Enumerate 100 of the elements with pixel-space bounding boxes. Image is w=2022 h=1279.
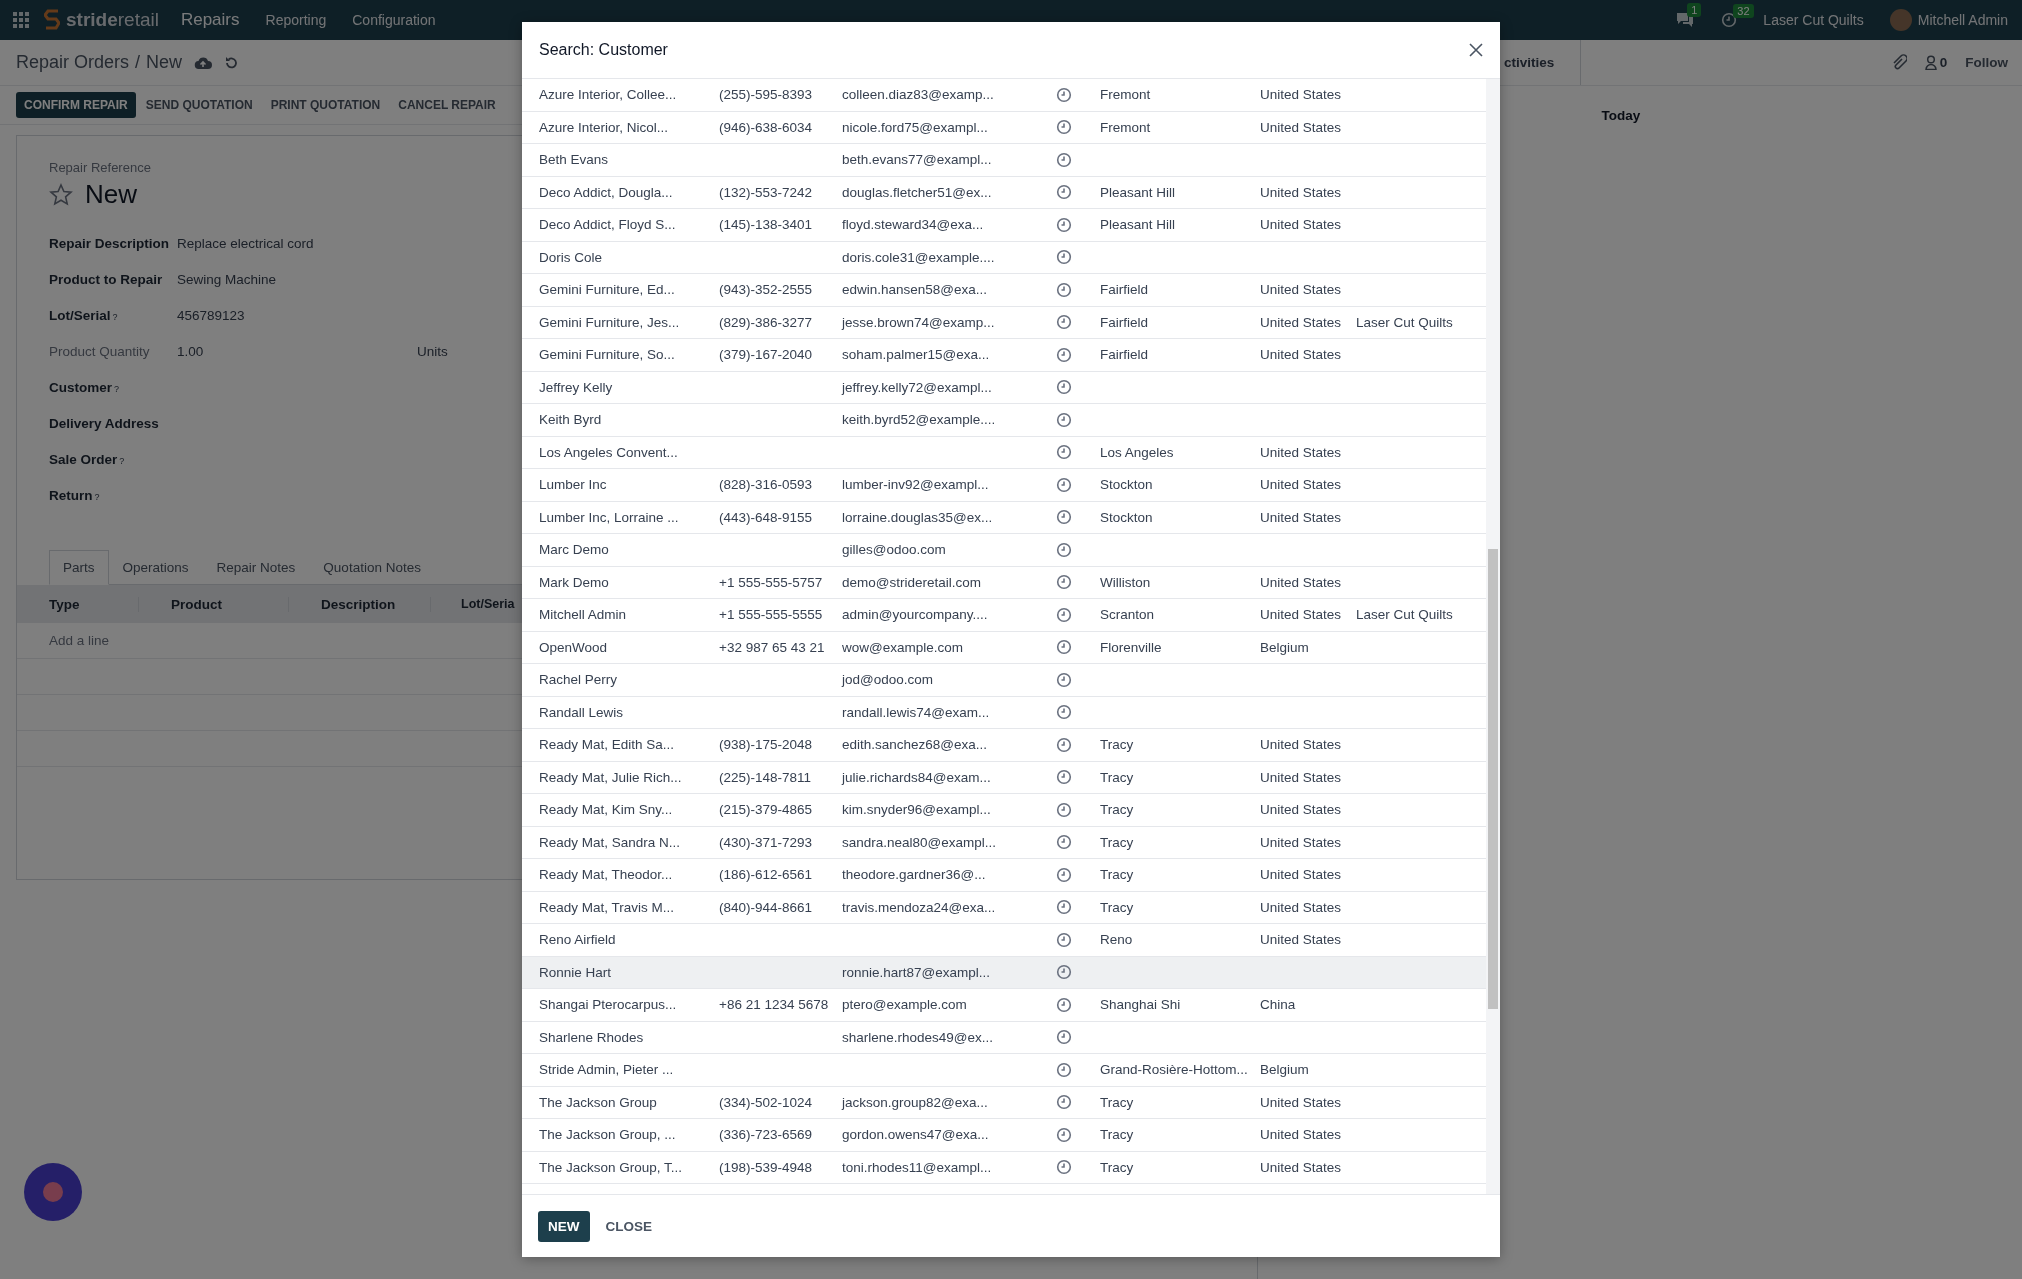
tab[interactable]: Repair Notes <box>202 550 310 585</box>
apps-menu-icon[interactable] <box>12 11 30 29</box>
customer-row[interactable]: OpenWood +32 987 65 43 21 wow@example.com Florenville Belgium <box>522 631 1486 664</box>
clock-icon[interactable] <box>1056 411 1072 428</box>
action-button[interactable]: PRINT QUOTATION <box>262 92 389 118</box>
customer-row[interactable]: Randall Lewis randall.lewis74@exam... <box>522 696 1486 729</box>
help-mark[interactable]: ? <box>119 456 125 466</box>
clock-icon[interactable] <box>1056 574 1072 591</box>
customer-row[interactable]: Beth Evans beth.evans77@exampl... <box>522 144 1486 177</box>
column-header[interactable]: Type <box>17 596 139 612</box>
customer-row[interactable]: Ready Mat, Travis M... (840)-944-8661 travis.mendoza24@exa... Tracy United States <box>522 891 1486 924</box>
customer-row[interactable]: Ready Mat, Sandra N... (430)-371-7293 sandra.neal80@exampl... Tracy United States <box>522 826 1486 859</box>
customer-row[interactable]: Lumber Inc (828)-316-0593 lumber-inv92@exampl... Stockton United States <box>522 469 1486 502</box>
dialog-button[interactable]: NEW <box>538 1210 590 1242</box>
clock-icon[interactable] <box>1056 1126 1072 1143</box>
clock-icon[interactable] <box>1056 249 1072 266</box>
user-name[interactable]: Mitchell Admin <box>1917 12 2008 28</box>
clock-icon[interactable] <box>1056 379 1072 396</box>
customer-row[interactable]: The Jackson Group, T... (198)-539-4948 toni.rhodes11@exampl... Tracy United States <box>522 1151 1486 1184</box>
customer-row[interactable]: Ronnie Hart ronnie.hart87@exampl... <box>522 956 1486 989</box>
star-icon[interactable] <box>49 182 73 207</box>
customer-row[interactable]: Stride Admin, Pieter ... Grand-Rosière-Hottom... Belgium <box>522 1054 1486 1087</box>
tab[interactable]: Operations <box>108 550 203 585</box>
customer-row[interactable]: Keith Byrd keith.byrd52@example.... <box>522 404 1486 437</box>
clock-icon[interactable] <box>1056 184 1072 201</box>
scrollbar[interactable] <box>1486 79 1500 1194</box>
clock-icon[interactable] <box>1056 314 1072 331</box>
clock-icon[interactable] <box>1056 834 1072 851</box>
help-mark[interactable]: ? <box>114 384 120 394</box>
column-header[interactable]: Lot/Seria <box>431 597 515 611</box>
person-icon[interactable] <box>1924 55 1937 70</box>
clock-icon[interactable] <box>1056 1029 1072 1046</box>
customer-row[interactable]: Sharlene Rhodes sharlene.rhodes49@ex... <box>522 1021 1486 1054</box>
clock-icon[interactable] <box>1056 346 1072 363</box>
customer-row[interactable]: Los Angeles Convent... Los Angeles United States <box>522 436 1486 469</box>
clock-icon[interactable] <box>1056 281 1072 298</box>
customer-row[interactable]: Doris Cole doris.cole31@example.... <box>522 241 1486 274</box>
menu-item[interactable]: Reporting <box>265 12 327 28</box>
app-name[interactable]: Repairs <box>180 10 240 30</box>
clock-icon[interactable] <box>1056 606 1072 623</box>
clock-icon[interactable] <box>1056 639 1072 656</box>
customer-row[interactable]: Ready Mat, Theodor... (186)-612-6561 theodore.gardner36@... Tracy United States <box>522 859 1486 892</box>
customer-row[interactable]: Gemini Furniture, So... (379)-167-2040 soham.palmer15@exa... Fairfield United States <box>522 339 1486 372</box>
customer-row[interactable]: Azure Interior, Collee... (255)-595-8393 colleen.diaz83@examp... Fremont United States <box>522 79 1486 112</box>
customer-row[interactable]: Mitchell Admin +1 555-555-5555 admin@yourcompany.... Scranton United States Laser Cut Quilts <box>522 599 1486 632</box>
customer-row[interactable]: Reno Airfield Reno United States <box>522 924 1486 957</box>
customer-row[interactable]: Deco Addict, Dougla... (132)-553-7242 douglas.fletcher51@ex... Pleasant Hill United States <box>522 176 1486 209</box>
clock-icon[interactable] <box>1056 216 1072 233</box>
clock-icon[interactable] <box>1056 671 1072 688</box>
clock-icon[interactable] <box>1056 899 1072 916</box>
field-value[interactable]: 1.00 <box>177 344 417 359</box>
dialog-button[interactable]: CLOSE <box>595 1210 662 1242</box>
breadcrumb-link[interactable]: Repair Orders <box>16 52 130 72</box>
clock-icon[interactable] <box>1056 1094 1072 1111</box>
action-button[interactable]: SEND QUOTATION <box>137 92 261 118</box>
customer-row[interactable]: Marc Demo gilles@odoo.com <box>522 534 1486 567</box>
unit-value[interactable]: Units <box>417 344 448 359</box>
customer-row[interactable]: Ready Mat, Edith Sa... (938)-175-2048 edith.sanchez68@exa... Tracy United States <box>522 729 1486 762</box>
clock-icon[interactable] <box>1056 736 1072 753</box>
close-button[interactable] <box>1468 42 1484 58</box>
customer-row[interactable]: Shangai Pterocarpus... +86 21 1234 5678 ptero@example.com Shanghai Shi China <box>522 989 1486 1022</box>
clock-icon[interactable] <box>1056 996 1072 1013</box>
customer-row[interactable]: Ready Mat, Julie Rich... (225)-148-7811 julie.richards84@exam... Tracy United States <box>522 761 1486 794</box>
clock-icon[interactable] <box>1056 119 1072 136</box>
clock-icon[interactable] <box>1056 964 1072 981</box>
action-button[interactable]: CONFIRM REPAIR <box>16 92 136 118</box>
clock-icon[interactable] <box>1056 86 1072 103</box>
help-mark[interactable]: ? <box>112 312 118 322</box>
customer-row[interactable]: Mark Demo +1 555-555-5757 demo@strideretail.com Williston United States <box>522 566 1486 599</box>
action-button[interactable]: CANCEL REPAIR <box>390 92 504 118</box>
clock-icon[interactable] <box>1056 866 1072 883</box>
column-header[interactable]: Product <box>139 596 289 612</box>
clock-icon[interactable] <box>1056 704 1072 721</box>
clock-icon[interactable] <box>1056 541 1072 558</box>
clock-icon[interactable] <box>1056 931 1072 948</box>
undo-icon[interactable] <box>224 55 239 70</box>
follower-count[interactable]: 0 <box>1939 55 1948 70</box>
tab[interactable]: Parts <box>49 550 109 585</box>
customer-row[interactable]: Gemini Furniture, Jes... (829)-386-3277 jesse.brown74@examp... Fairfield United States Laser Cut Quilts <box>522 306 1486 339</box>
follow-button[interactable]: Follow <box>1965 55 2008 70</box>
clock-icon[interactable] <box>1056 1061 1072 1078</box>
clock-icon[interactable] <box>1056 509 1072 526</box>
customer-row[interactable]: Azure Interior, Nicol... (946)-638-6034 nicole.ford75@exampl... Fremont United States <box>522 111 1486 144</box>
clock-icon[interactable] <box>1056 476 1072 493</box>
field-value[interactable]: Replace electrical cord <box>177 236 417 251</box>
clock-icon[interactable] <box>1056 444 1072 461</box>
customer-row[interactable]: Gemini Furniture, Ed... (943)-352-2555 edwin.hansen58@exa... Fairfield United States <box>522 274 1486 307</box>
clock-icon[interactable] <box>1056 1159 1072 1176</box>
customer-row[interactable]: Deco Addict, Floyd S... (145)-138-3401 floyd.steward34@exa... Pleasant Hill United States <box>522 209 1486 242</box>
customer-row[interactable]: Jeffrey Kelly jeffrey.kelly72@exampl... <box>522 371 1486 404</box>
clock-icon[interactable] <box>1056 801 1072 818</box>
clock-icon[interactable] <box>1056 151 1072 168</box>
customer-row[interactable]: Ready Mat, Kim Sny... (215)-379-4865 kim.snyder96@exampl... Tracy United States <box>522 794 1486 827</box>
activities-button[interactable]: ctivities <box>1504 40 1582 85</box>
field-value[interactable]: 456789123 <box>177 308 417 323</box>
column-header[interactable]: Description <box>289 596 431 612</box>
tab[interactable]: Quotation Notes <box>309 550 435 585</box>
customer-row[interactable]: The Jackson Group (334)-502-1024 jackson.group82@exa... Tracy United States <box>522 1086 1486 1119</box>
customer-row[interactable]: The Jackson Group, ... (336)-723-6569 gordon.owens47@exa... Tracy United States <box>522 1119 1486 1152</box>
company-switcher[interactable]: Laser Cut Quilts <box>1763 12 1864 28</box>
